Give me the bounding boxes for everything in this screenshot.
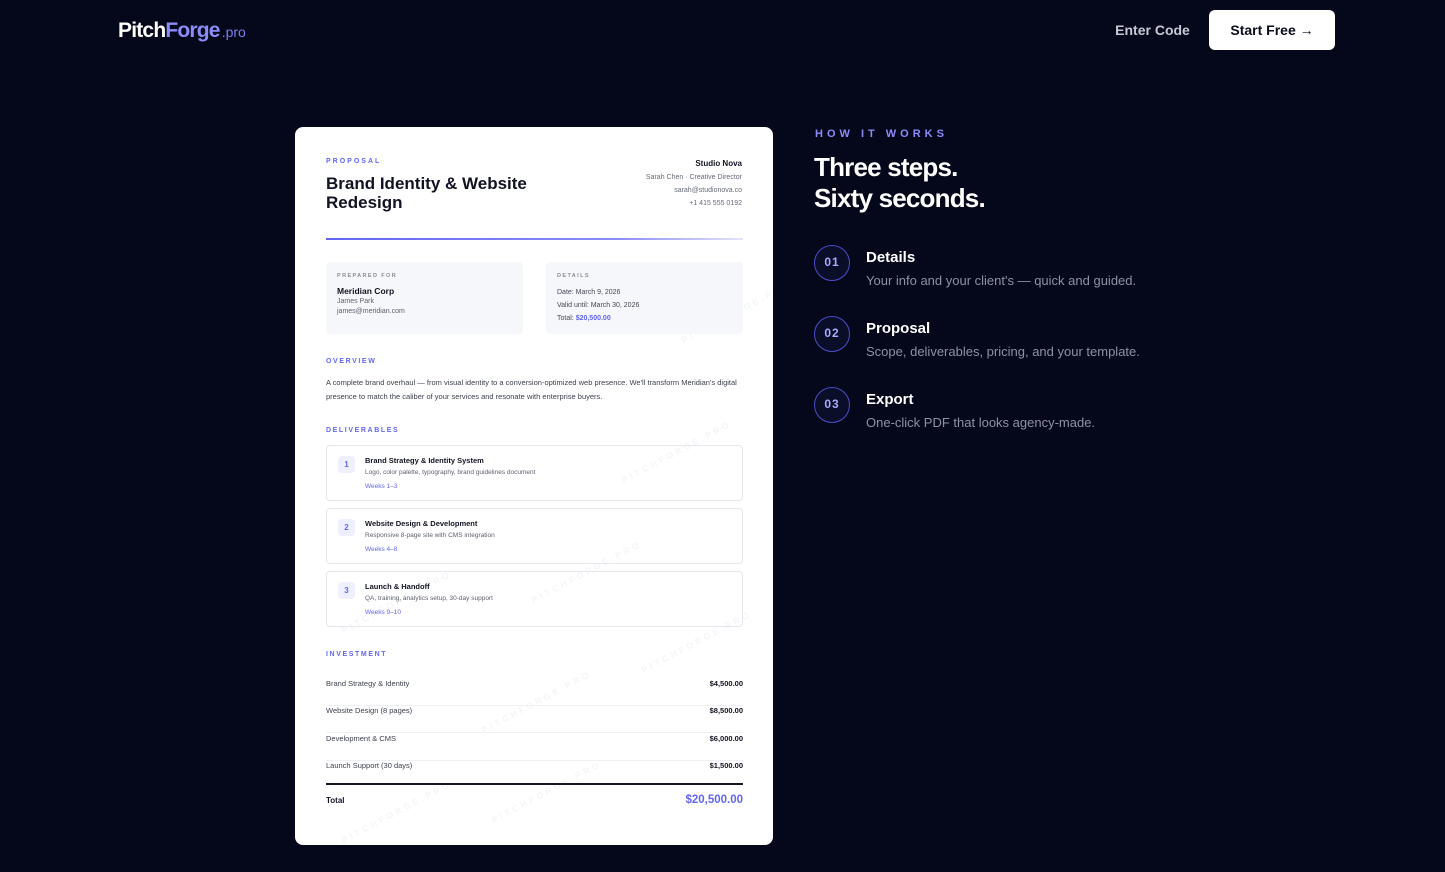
how-it-works-title: Three steps. Sixty seconds. [814, 152, 986, 214]
how-it-works-eyebrow: HOW IT WORKS [815, 128, 948, 140]
investment-label: INVESTMENT [326, 651, 388, 658]
prepared-for-box: PREPARED FOR Meridian Corp James Park ja… [326, 262, 523, 334]
logo-pitch: Pitch [118, 19, 166, 42]
details-total-value: $20,500.00 [575, 315, 611, 322]
deliverable-title: Website Design & Development [365, 519, 478, 528]
deliverable-item: 2 Website Design & Development Responsiv… [326, 508, 743, 564]
logo-forge: Forge [165, 19, 220, 42]
deliverable-weeks: Weeks 4–8 [365, 546, 398, 553]
deliverable-item: 1 Brand Strategy & Identity System Logo,… [326, 445, 743, 501]
top-nav: PitchForge .pro Enter Code Start Free → [0, 0, 1445, 60]
deliverables-label: DELIVERABLES [326, 427, 400, 434]
total-divider [326, 783, 743, 785]
step-proposal: 02 Proposal Scope, deliverables, pricing… [814, 316, 1234, 376]
logo[interactable]: PitchForge .pro [118, 17, 246, 46]
step-title: Details [866, 249, 916, 266]
doc-title: Brand Identity & Website Redesign [326, 174, 527, 212]
title-line-1: Three steps. [814, 152, 958, 182]
details-total: Total: $20,500.00 [557, 312, 732, 325]
details-total-label: Total: [557, 315, 576, 322]
watermark: PITCHFORGE.PRO [339, 778, 454, 845]
total-label: Total [326, 796, 345, 805]
details-date: Date: March 9, 2026 [557, 289, 621, 296]
start-free-button[interactable]: Start Free → [1209, 10, 1335, 50]
investment-item: Launch Support (30 days) [326, 761, 413, 770]
investment-row: Website Design (8 pages) $8,500.00 [326, 706, 743, 733]
step-number-badge: 01 [814, 245, 850, 281]
investment-item: Development & CMS [326, 734, 397, 743]
total-amount: $20,500.00 [685, 794, 743, 806]
step-export: 03 Export One-click PDF that looks agenc… [814, 387, 1234, 447]
investment-row: Brand Strategy & Identity $4,500.00 [326, 679, 743, 706]
step-details: 01 Details Your info and your client's —… [814, 245, 1234, 305]
studio-email: sarah@studionova.co [674, 187, 742, 194]
deliverable-weeks: Weeks 9–10 [365, 609, 402, 616]
step-number-badge: 02 [814, 316, 850, 352]
deliverable-weeks: Weeks 1–3 [365, 483, 398, 490]
step-title: Export [866, 391, 914, 408]
investment-amount: $6,000.00 [709, 734, 743, 743]
step-description: Scope, deliverables, pricing, and your t… [866, 344, 1140, 359]
studio-phone: +1 415 555 0192 [689, 200, 742, 207]
step-description: One-click PDF that looks agency-made. [866, 415, 1096, 430]
title-line-2: Sixty seconds. [814, 183, 986, 213]
studio-name: Studio Nova [695, 159, 742, 168]
investment-amount: $4,500.00 [709, 679, 743, 688]
deliverable-number: 2 [338, 519, 355, 536]
details-valid: Valid until: March 30, 2026 [557, 302, 640, 309]
deliverable-title: Brand Strategy & Identity System [365, 456, 484, 465]
client-email: james@meridian.com [337, 308, 405, 315]
logo-pro: .pro [221, 24, 246, 40]
investment-amount: $1,500.00 [709, 761, 743, 770]
investment-item: Brand Strategy & Identity [326, 679, 410, 688]
enter-code-button[interactable]: Enter Code [1100, 20, 1205, 40]
details-box: DETAILS Date: March 9, 2026 Valid until:… [546, 262, 743, 334]
deliverable-desc: Logo, color palette, typography, brand g… [365, 469, 536, 476]
details-label: DETAILS [557, 273, 590, 279]
overview-text: A complete brand overhaul — from visual … [326, 378, 737, 401]
investment-item: Website Design (8 pages) [326, 706, 413, 715]
studio-contact: Sarah Chen · Creative Director [645, 174, 742, 181]
investment-row: Development & CMS $6,000.00 [326, 734, 743, 761]
client-company: Meridian Corp [337, 286, 395, 296]
proposal-preview: PITCHFORGE.PRO PITCHFORGE.PRO PITCHFORGE… [295, 127, 773, 845]
overview-label: OVERVIEW [326, 358, 377, 365]
step-description: Your info and your client's — quick and … [866, 273, 1137, 288]
deliverable-number: 3 [338, 582, 355, 599]
deliverable-title: Launch & Handoff [365, 582, 430, 591]
studio-info: Studio Nova Sarah Chen · Creative Direct… [646, 159, 742, 210]
title-divider [326, 238, 743, 240]
doc-eyebrow: PROPOSAL [326, 158, 382, 165]
step-number-badge: 03 [814, 387, 850, 423]
deliverable-desc: QA, training, analytics setup, 30-day su… [365, 595, 493, 602]
step-title: Proposal [866, 320, 931, 337]
deliverable-item: 3 Launch & Handoff QA, training, analyti… [326, 571, 743, 627]
deliverable-number: 1 [338, 456, 355, 473]
prepared-for-label: PREPARED FOR [337, 273, 398, 279]
investment-amount: $8,500.00 [709, 706, 743, 715]
client-person: James Park [337, 298, 374, 305]
deliverable-desc: Responsive 8-page site with CMS integrat… [365, 532, 495, 539]
